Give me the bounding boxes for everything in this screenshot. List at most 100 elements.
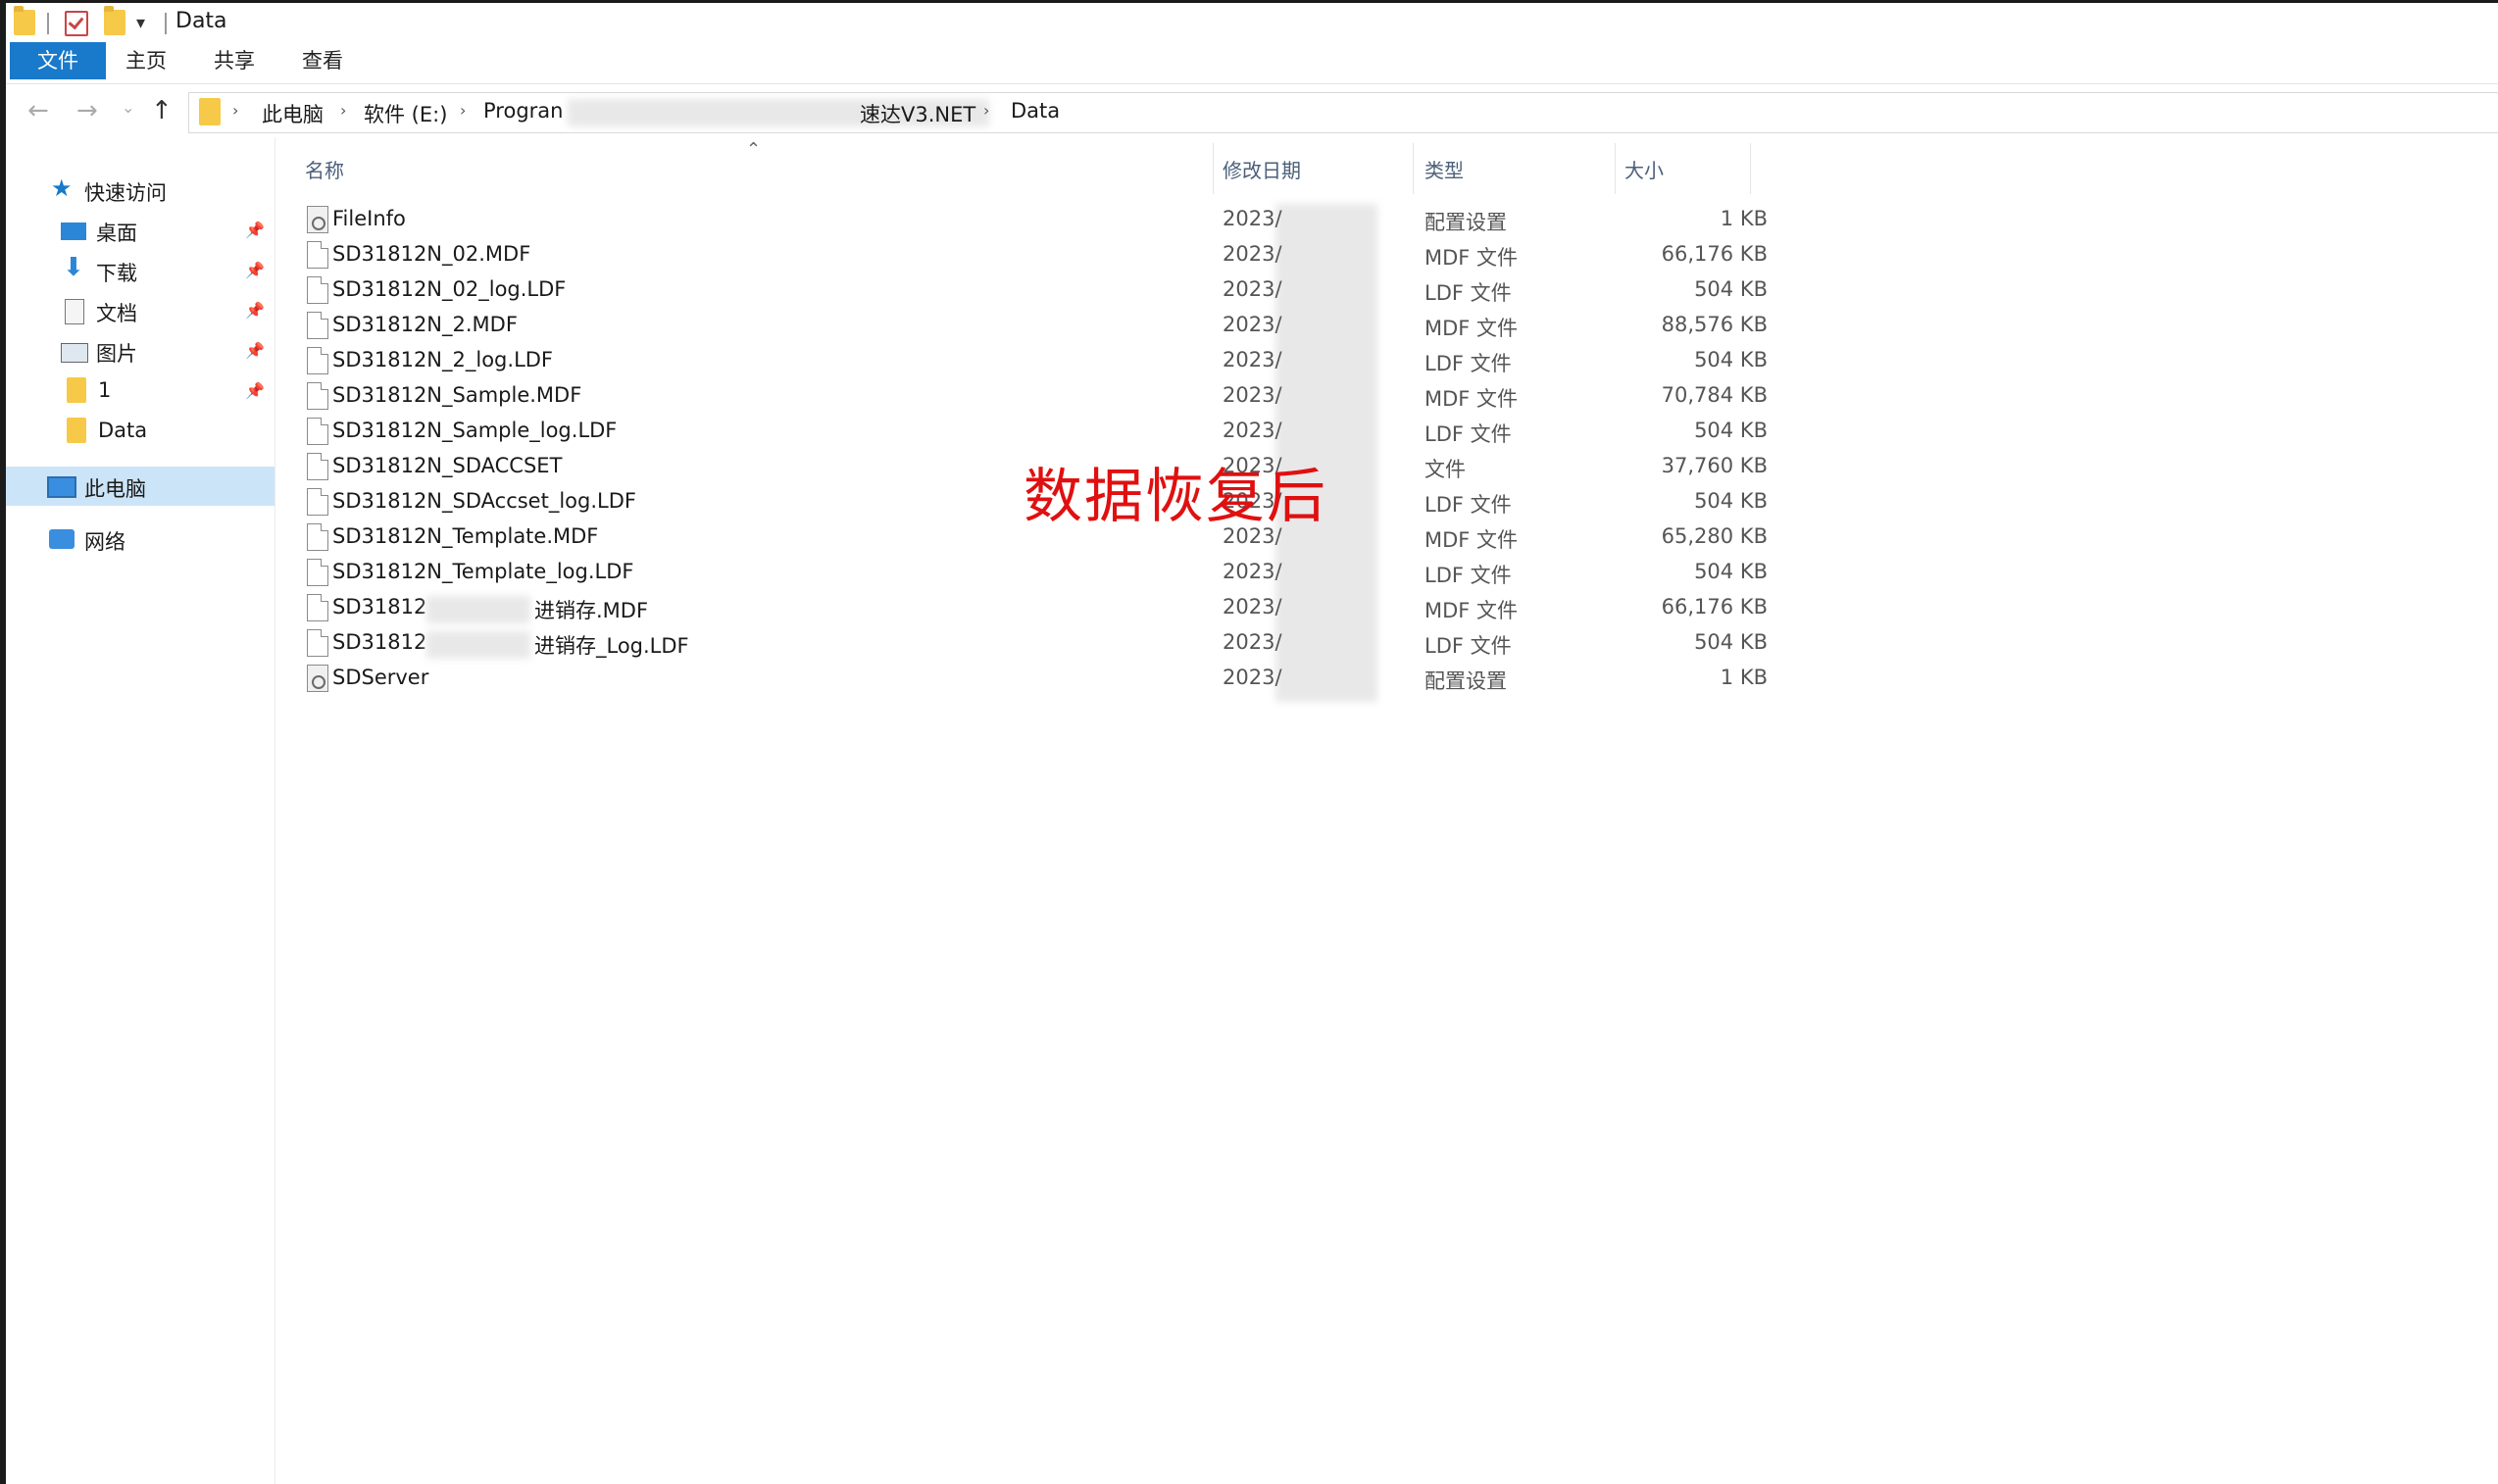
breadcrumb-program[interactable]: Progran <box>483 99 563 123</box>
breadcrumb-data[interactable]: Data <box>1011 99 1060 123</box>
sidebar-item-label: 网络 <box>84 530 125 554</box>
divider <box>47 13 49 34</box>
table-row[interactable]: SD31812N_02.MDF 2023/ MDF 文件 66,176 KB <box>305 237 1775 272</box>
folder-icon <box>67 418 86 443</box>
forward-arrow-icon[interactable]: → <box>76 96 98 125</box>
table-row[interactable]: FileInfo 2023/ 配置设置 1 KB <box>305 202 1775 237</box>
tab-share[interactable]: 共享 <box>214 42 255 79</box>
file-name: SD31812N_2_log.LDF <box>332 348 554 371</box>
breadcrumb-suda[interactable]: 速达V3.NET <box>860 99 975 128</box>
tab-view[interactable]: 查看 <box>302 42 343 79</box>
file-date: 2023/ <box>1223 242 1282 266</box>
sidebar-item-label: 桌面 <box>96 222 137 245</box>
pin-icon[interactable]: 📌 <box>245 261 265 279</box>
file-icon <box>307 418 328 445</box>
table-row[interactable]: SD31812 进销存_Log.LDF 2023/ LDF 文件 504 KB <box>305 625 1775 661</box>
file-size: 504 KB <box>1694 560 1768 583</box>
file-name-suffix: 进销存.MDF <box>534 599 649 622</box>
window-title: Data <box>175 9 227 33</box>
file-icon <box>307 241 328 269</box>
back-arrow-icon[interactable]: ← <box>27 96 49 125</box>
table-row[interactable]: SD31812N_Sample_log.LDF 2023/ LDF 文件 504… <box>305 414 1775 449</box>
file-size: 1 KB <box>1720 666 1768 689</box>
sidebar-item-documents[interactable]: 文档 📌 <box>6 291 275 330</box>
column-divider[interactable] <box>1750 143 1751 194</box>
table-row[interactable]: SD31812N_2.MDF 2023/ MDF 文件 88,576 KB <box>305 308 1775 343</box>
recent-locations-chevron-icon[interactable]: ⌄ <box>122 98 134 117</box>
table-row[interactable]: SD31812 进销存.MDF 2023/ MDF 文件 66,176 KB <box>305 590 1775 625</box>
file-size: 65,280 KB <box>1661 524 1768 548</box>
tab-file[interactable]: 文件 <box>10 42 106 79</box>
table-row[interactable]: SD31812N_02_log.LDF 2023/ LDF 文件 504 KB <box>305 272 1775 308</box>
sidebar-item-label: 快速访问 <box>84 181 167 205</box>
pin-icon[interactable]: 📌 <box>245 341 265 360</box>
column-header-name[interactable]: 名称 <box>305 155 344 183</box>
file-size: 504 KB <box>1694 630 1768 654</box>
sidebar-item-desktop[interactable]: 桌面 📌 <box>6 211 275 250</box>
pin-icon[interactable]: 📌 <box>245 381 265 400</box>
download-icon: ⬇ <box>63 253 84 282</box>
sidebar-item-label: 此电脑 <box>84 477 146 501</box>
ribbon: 文件 主页 共享 查看 <box>6 42 2498 84</box>
file-name: SD31812 <box>332 630 427 654</box>
redacted-name <box>426 596 530 623</box>
file-date: 2023/ <box>1223 666 1282 689</box>
file-icon <box>307 559 328 586</box>
config-icon <box>307 665 328 692</box>
file-icon <box>307 594 328 621</box>
up-arrow-icon[interactable]: ↑ <box>151 96 173 125</box>
file-name: SD31812N_2.MDF <box>332 313 518 336</box>
sidebar-item-label: 图片 <box>96 342 137 366</box>
sidebar-item-data[interactable]: Data <box>6 412 275 451</box>
pin-icon[interactable]: 📌 <box>245 301 265 320</box>
address-row: ← → ⌄ ↑ › 此电脑 › 软件 (E:) › Progran 速达V3.N… <box>6 86 2498 137</box>
tab-home[interactable]: 主页 <box>125 42 167 79</box>
overlay-caption: 数据恢复后 <box>1024 463 1327 531</box>
file-name: SD31812N_Template.MDF <box>332 524 599 548</box>
file-size: 504 KB <box>1694 419 1768 442</box>
file-size: 504 KB <box>1694 348 1768 371</box>
pictures-icon <box>61 343 88 363</box>
sidebar-item-downloads[interactable]: ⬇ 下载 📌 <box>6 251 275 290</box>
file-icon <box>307 629 328 657</box>
file-name: SD31812N_SDACCSET <box>332 454 563 477</box>
sidebar-item-folder-1[interactable]: 1 📌 <box>6 371 275 411</box>
breadcrumb-drive-e[interactable]: 软件 (E:) <box>364 99 447 128</box>
column-header-type[interactable]: 类型 <box>1424 155 1464 183</box>
column-divider[interactable] <box>1213 143 1214 194</box>
sidebar-item-pictures[interactable]: 图片 📌 <box>6 331 275 371</box>
file-name: SD31812N_02_log.LDF <box>332 277 567 301</box>
sidebar-item-quick-access[interactable]: ★ 快速访问 <box>6 171 275 210</box>
column-header-size[interactable]: 大小 <box>1624 155 1664 183</box>
file-list: ⌃ 名称 修改日期 类型 大小 FileInfo 2023/ 配置设置 1 KB… <box>275 137 2498 1484</box>
file-icon <box>307 488 328 516</box>
file-date: 2023/ <box>1223 419 1282 442</box>
file-icon <box>307 347 328 374</box>
breadcrumb-this-pc[interactable]: 此电脑 <box>262 99 324 128</box>
new-folder-icon[interactable] <box>104 6 125 35</box>
table-row[interactable]: SD31812N_2_log.LDF 2023/ LDF 文件 504 KB <box>305 343 1775 378</box>
file-type: 文件 <box>1424 458 1466 481</box>
sidebar-item-label: 下载 <box>96 262 137 285</box>
address-bar[interactable]: › 此电脑 › 软件 (E:) › Progran 速达V3.NET › Dat… <box>188 92 2498 133</box>
file-icon <box>307 382 328 410</box>
sidebar-item-label: 1 <box>98 378 112 402</box>
table-row[interactable]: SDServer 2023/ 配置设置 1 KB <box>305 661 1775 696</box>
folder-icon <box>14 6 35 35</box>
file-date: 2023/ <box>1223 595 1282 618</box>
sidebar-item-network[interactable]: 网络 <box>6 519 275 559</box>
column-divider[interactable] <box>1615 143 1616 194</box>
navigation-pane: ★ 快速访问 桌面 📌 ⬇ 下载 📌 文档 📌 图片 📌 1 📌 Data 此电… <box>6 137 275 1484</box>
table-row[interactable]: SD31812N_Template_log.LDF 2023/ LDF 文件 5… <box>305 555 1775 590</box>
config-icon <box>307 206 328 233</box>
column-header-date[interactable]: 修改日期 <box>1223 155 1301 183</box>
sidebar-item-this-pc[interactable]: 此电脑 <box>6 467 275 506</box>
pin-icon[interactable]: 📌 <box>245 221 265 239</box>
customize-quick-access-dropdown[interactable]: ▾ <box>136 13 145 33</box>
table-row[interactable]: SD31812N_Sample.MDF 2023/ MDF 文件 70,784 … <box>305 378 1775 414</box>
properties-icon[interactable] <box>65 11 88 36</box>
star-icon: ★ <box>51 174 73 202</box>
file-name: SDServer <box>332 666 429 689</box>
desktop-icon <box>61 223 86 240</box>
column-divider[interactable] <box>1413 143 1414 194</box>
